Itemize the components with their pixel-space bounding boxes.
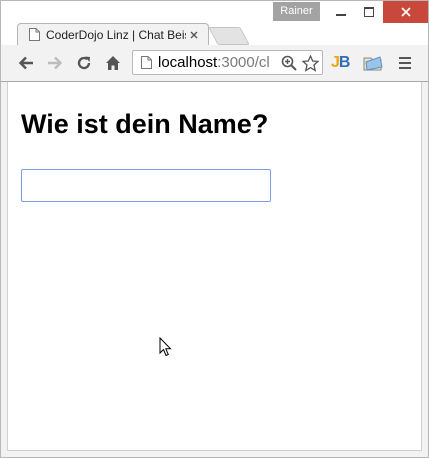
reload-button[interactable]	[73, 52, 95, 74]
page-icon	[28, 28, 40, 42]
browser-toolbar: localhost:3000/cl JB	[1, 45, 428, 82]
back-button[interactable]	[15, 52, 37, 74]
tab-title: CoderDojo Linz | Chat Beispiel	[46, 27, 186, 42]
minimize-icon	[336, 14, 346, 16]
close-icon	[190, 31, 198, 39]
tab-active[interactable]: CoderDojo Linz | Chat Beispiel	[17, 23, 209, 45]
hamburger-menu-icon[interactable]	[395, 54, 415, 72]
url-path: :3000/cl	[217, 54, 270, 71]
jb-letter-j: J	[331, 54, 340, 71]
page-heading: Wie ist dein Name?	[21, 109, 269, 139]
folder-icon[interactable]	[363, 54, 383, 72]
url-host: localhost	[158, 54, 218, 71]
new-tab-button[interactable]	[208, 27, 250, 45]
page-icon	[140, 56, 152, 70]
title-bar: Rainer	[1, 1, 428, 23]
url-text[interactable]: localhost:3000/cl	[158, 54, 276, 71]
close-window-button[interactable]	[383, 1, 428, 23]
page-viewport: Wie ist dein Name?	[7, 82, 422, 451]
jetbrains-extension-icon[interactable]: JB	[331, 53, 353, 73]
name-input[interactable]	[21, 169, 271, 202]
profile-badge[interactable]: Rainer	[273, 2, 320, 21]
reload-icon	[77, 56, 91, 70]
star-icon[interactable]	[301, 54, 319, 72]
mouse-cursor-icon	[159, 337, 172, 357]
address-bar[interactable]: localhost:3000/cl	[132, 50, 323, 75]
jb-letter-b: B	[338, 54, 351, 71]
tab-strip: CoderDojo Linz | Chat Beispiel	[1, 23, 428, 45]
tab-close-button[interactable]	[188, 29, 200, 41]
zoom-icon[interactable]	[280, 54, 298, 72]
arrow-left-icon	[18, 56, 33, 70]
maximize-icon	[364, 7, 374, 17]
maximize-button[interactable]	[355, 1, 383, 23]
browser-window: Rainer CoderDojo Linz | Chat Bei localho…	[0, 0, 429, 458]
close-icon	[400, 7, 411, 17]
home-icon	[106, 56, 120, 70]
arrow-right-icon	[48, 56, 63, 70]
minimize-button[interactable]	[327, 1, 355, 23]
forward-button[interactable]	[44, 52, 66, 74]
home-button[interactable]	[102, 52, 124, 74]
